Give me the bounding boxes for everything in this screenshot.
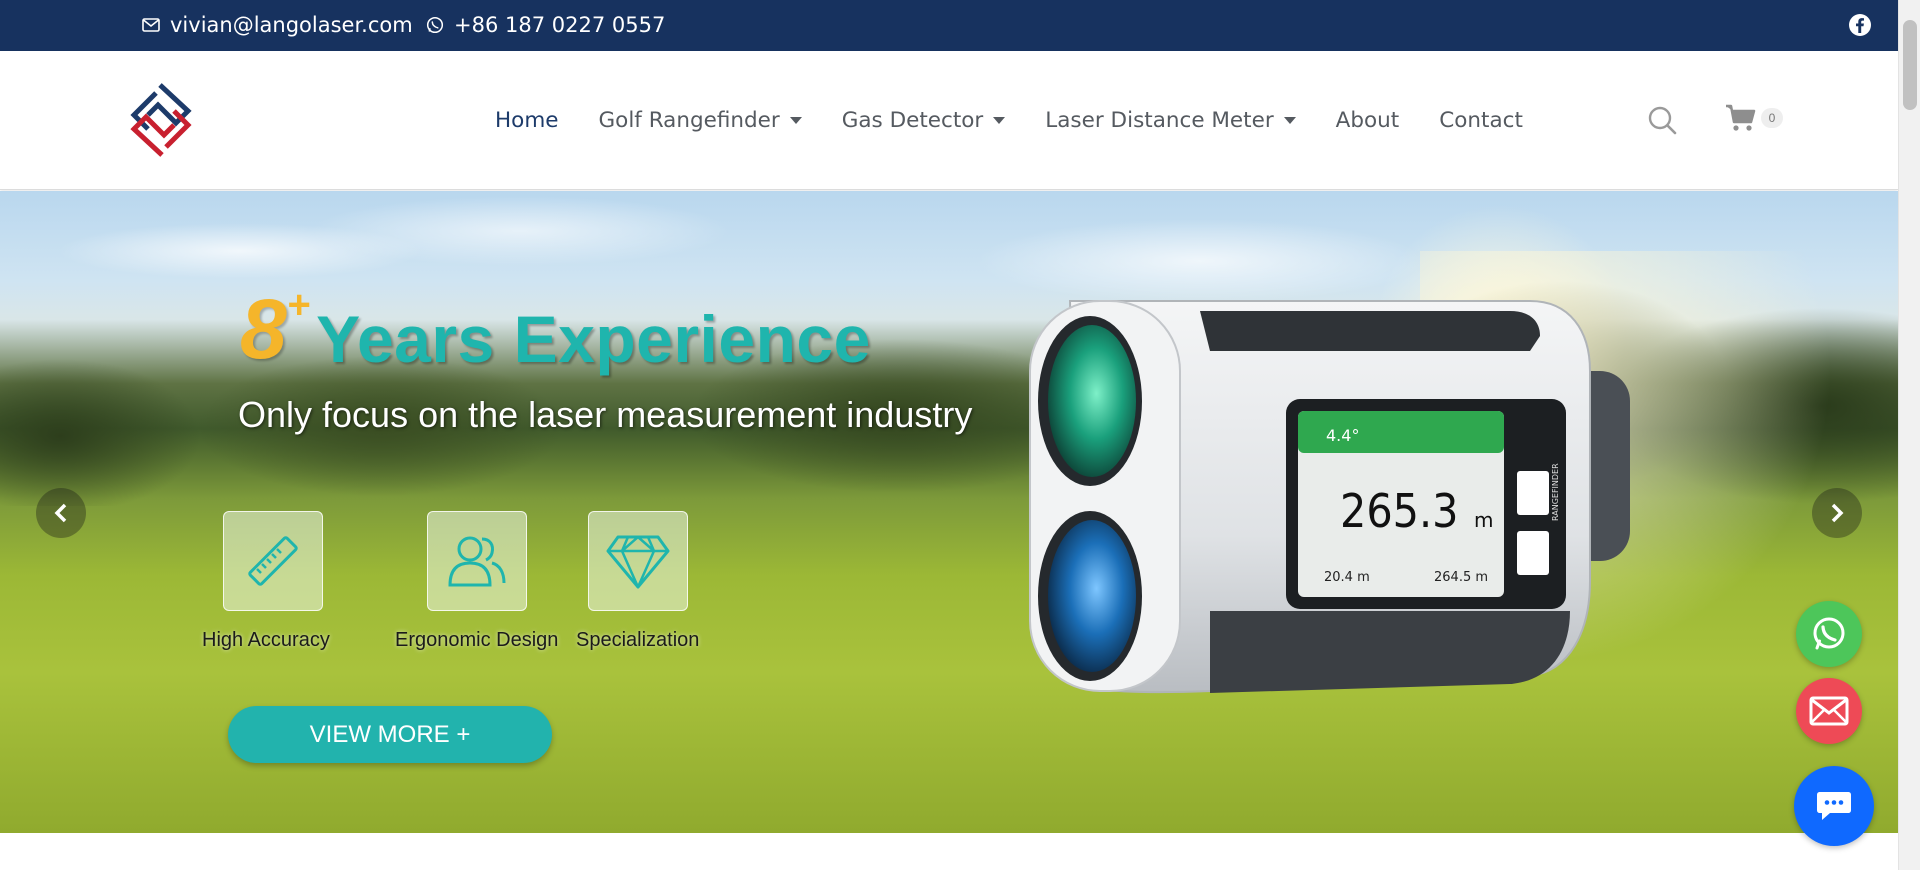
- nav-about-label[interactable]: About: [1336, 108, 1400, 133]
- users-icon: [448, 536, 506, 587]
- envelope-icon[interactable]: [1809, 696, 1849, 726]
- nav-laser-distance-meter-label[interactable]: Laser Distance Meter: [1045, 108, 1273, 133]
- nav-laser-distance-meter[interactable]: Laser Distance Meter: [1045, 108, 1296, 133]
- email-text[interactable]: vivian@langolaser.com: [170, 13, 413, 37]
- nav-golf-rangefinder-label[interactable]: Golf Rangefinder: [599, 108, 780, 133]
- phone-contact[interactable]: +86 187 0227 0557: [426, 13, 665, 37]
- feature-label: Specialization: [576, 629, 700, 651]
- nav-home-label[interactable]: Home: [495, 108, 559, 133]
- facebook-icon[interactable]: [1848, 13, 1872, 37]
- search-icon[interactable]: [1647, 105, 1677, 135]
- feature-box: [222, 511, 323, 611]
- cart-button[interactable]: 0: [1725, 103, 1783, 133]
- headline-text: Years Experience: [316, 302, 871, 376]
- top-contact-bar: vivian@langolaser.com +86 187 0227 0557: [0, 0, 1898, 51]
- feature-specialization: Specialization: [576, 511, 699, 652]
- device-distance-text: 265.3: [1340, 484, 1458, 538]
- device-unit-text: m: [1474, 508, 1493, 532]
- brand-logo[interactable]: [126, 81, 196, 159]
- nav-contact[interactable]: Contact: [1439, 108, 1523, 133]
- ruler-icon: [248, 536, 298, 586]
- nav-gas-detector[interactable]: Gas Detector: [842, 108, 1006, 133]
- view-more-button[interactable]: VIEW MORE +: [228, 706, 552, 763]
- shopping-cart-icon[interactable]: [1725, 103, 1757, 133]
- diamond-icon: [606, 535, 670, 589]
- slider-next-button[interactable]: [1812, 488, 1862, 538]
- hero-slider: 8 + Years Experience Only focus on the l…: [0, 191, 1898, 833]
- caret-down-icon[interactable]: [1283, 117, 1296, 124]
- device-angle-text: 4.4°: [1326, 426, 1359, 445]
- feature-box: [426, 511, 527, 611]
- whatsapp-icon[interactable]: [1810, 615, 1848, 653]
- hero-headline: 8 + Years Experience: [240, 282, 871, 377]
- chat-float-button[interactable]: [1794, 766, 1874, 846]
- envelope-icon: [142, 18, 160, 32]
- main-navigation: Home Golf Rangefinder Gas Detector Laser…: [495, 51, 1563, 190]
- caret-down-icon[interactable]: [993, 117, 1006, 124]
- email-float-button[interactable]: [1796, 678, 1862, 744]
- nav-contact-label[interactable]: Contact: [1439, 108, 1523, 133]
- feature-high-accuracy: High Accuracy: [202, 511, 330, 652]
- nav-about[interactable]: About: [1336, 108, 1400, 133]
- caret-down-icon[interactable]: [789, 117, 802, 124]
- whatsapp-float-button[interactable]: [1796, 601, 1862, 667]
- feature-box: [587, 511, 688, 611]
- nav-home[interactable]: Home: [495, 108, 559, 133]
- scrollbar-thumb[interactable]: [1903, 20, 1917, 110]
- headline-plus: +: [286, 283, 311, 327]
- feature-ergonomic-design: Ergonomic Design: [395, 511, 558, 652]
- device-side-label: RANGEFINDER: [1551, 463, 1560, 521]
- headline-number: 8: [240, 282, 287, 376]
- feature-label: High Accuracy: [202, 629, 330, 651]
- site-header: Home Golf Rangefinder Gas Detector Laser…: [0, 51, 1898, 190]
- phone-text[interactable]: +86 187 0227 0557: [454, 13, 665, 37]
- nav-gas-detector-label[interactable]: Gas Detector: [842, 108, 984, 133]
- feature-label: Ergonomic Design: [395, 629, 559, 651]
- whatsapp-icon: [426, 16, 444, 34]
- hero-subline: Only focus on the laser measurement indu…: [238, 394, 973, 435]
- cart-count-badge: 0: [1761, 108, 1783, 128]
- nav-golf-rangefinder[interactable]: Golf Rangefinder: [599, 108, 802, 133]
- slider-prev-button[interactable]: [36, 488, 86, 538]
- chat-bubble-icon[interactable]: [1816, 790, 1852, 822]
- email-contact[interactable]: vivian@langolaser.com: [142, 13, 413, 37]
- chevron-right-icon[interactable]: [1828, 503, 1846, 523]
- rangefinder-device-image: 4.4° 265.3 m 20.4 m 264.5 m RANGEFINDER: [1029, 300, 1630, 694]
- page-scrollbar[interactable]: [1898, 0, 1920, 870]
- device-reading-left: 20.4 m: [1324, 570, 1370, 585]
- device-reading-right: 264.5 m: [1434, 570, 1488, 585]
- chevron-left-icon[interactable]: [52, 503, 70, 523]
